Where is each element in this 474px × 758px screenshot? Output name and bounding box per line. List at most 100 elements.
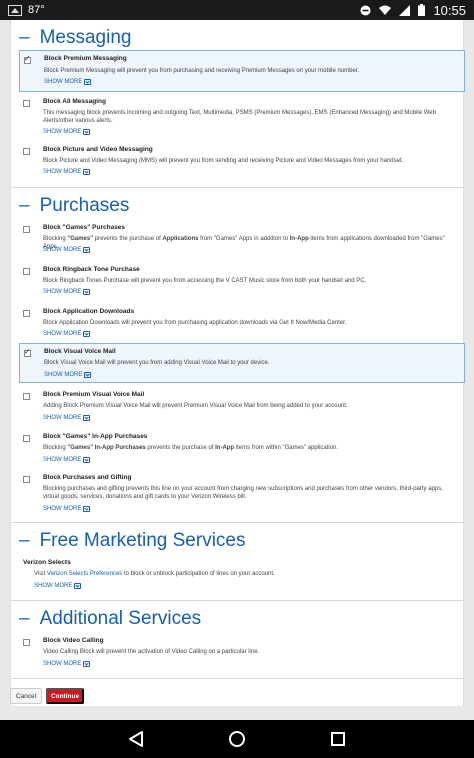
checkbox[interactable] xyxy=(23,226,30,233)
battery-icon xyxy=(418,4,426,16)
continue-button[interactable]: Continue xyxy=(46,688,84,704)
home-icon xyxy=(229,731,245,747)
checkbox[interactable] xyxy=(23,639,30,646)
option-title: Verizon Selects xyxy=(23,559,71,566)
show-more-link[interactable]: SHOW MORE xyxy=(34,583,82,589)
option-block-picture-video-messaging[interactable]: Block Picture and Video Messaging Block … xyxy=(19,142,465,182)
section-divider xyxy=(11,187,463,188)
back-button[interactable] xyxy=(126,729,146,749)
clock: 10:55 xyxy=(433,2,466,18)
section-divider xyxy=(11,522,463,523)
option-description: This messaging block prevents incoming a… xyxy=(43,110,436,124)
option-title: Block Premium Visual Voice Mail xyxy=(43,391,145,398)
option-description: Block Application Downloads will prevent… xyxy=(43,320,347,326)
show-more-link[interactable]: SHOW MORE xyxy=(43,247,91,253)
block-settings-page: – Messaging Block Premium Messaging Bloc… xyxy=(10,20,465,706)
status-bar: 87° 10:55 xyxy=(0,0,474,20)
collapse-icon[interactable]: – xyxy=(19,195,30,217)
dnd-icon xyxy=(360,5,371,15)
chevron-down-icon xyxy=(83,661,91,667)
option-block-application-downloads[interactable]: Block Application Downloads Block Applic… xyxy=(19,304,465,340)
show-more-link[interactable]: SHOW MORE xyxy=(44,372,92,378)
chevron-down-icon xyxy=(83,247,91,253)
section-messaging-header[interactable]: – Messaging xyxy=(11,23,131,53)
section-title: Purchases xyxy=(39,195,130,216)
section-marketing-header[interactable]: – Free Marketing Services xyxy=(11,526,245,556)
checkbox[interactable] xyxy=(23,476,30,483)
checkbox[interactable] xyxy=(23,435,30,442)
signal-icon xyxy=(399,4,411,16)
collapse-icon[interactable]: – xyxy=(19,27,30,49)
checkbox[interactable] xyxy=(23,268,30,275)
android-navigation-bar xyxy=(0,720,474,758)
chevron-down-icon xyxy=(83,457,91,463)
option-description: Blocking "Games" In-App Purchases preven… xyxy=(43,445,339,451)
chevron-down-icon xyxy=(84,79,92,85)
option-block-games-in-app-purchases[interactable]: Block "Games" In-App Purchases Blocking … xyxy=(19,429,465,469)
image-notification-icon xyxy=(8,4,22,16)
checkbox[interactable] xyxy=(24,347,31,357)
show-more-link[interactable]: SHOW MORE xyxy=(43,129,91,135)
option-block-ringback-tone[interactable]: Block Ringback Tone Purchase Block Ringb… xyxy=(19,262,465,304)
option-block-purchases-and-gifting[interactable]: Block Purchases and Gifting Blocking pur… xyxy=(19,470,465,518)
chevron-down-icon xyxy=(83,169,91,175)
section-additional-header[interactable]: – Additional Services xyxy=(11,604,201,634)
option-title: Block Premium Messaging xyxy=(44,55,127,62)
chevron-down-icon xyxy=(83,506,91,512)
option-description: Adding Block Premium Visual Voice Mail w… xyxy=(43,403,348,409)
chevron-down-icon xyxy=(83,415,91,421)
show-more-link[interactable]: SHOW MORE xyxy=(44,79,92,85)
option-block-all-messaging[interactable]: Block All Messaging This messaging block… xyxy=(19,94,465,142)
option-block-premium-visual-voice-mail[interactable]: Block Premium Visual Voice Mail Adding B… xyxy=(19,387,465,427)
show-more-link[interactable]: SHOW MORE xyxy=(43,331,91,337)
option-description: Block Ringback Tones Purchase will preve… xyxy=(43,278,367,284)
option-block-visual-voice-mail[interactable]: Block Visual Voice Mail Block Visual Voi… xyxy=(19,343,465,383)
chevron-down-icon xyxy=(83,331,91,337)
back-icon xyxy=(129,731,143,747)
option-title: Block Purchases and Gifting xyxy=(43,474,132,481)
option-description: Video Calling Block will prevent the act… xyxy=(43,649,260,655)
option-title: Block All Messaging xyxy=(43,98,106,105)
show-more-link[interactable]: SHOW MORE xyxy=(43,289,91,295)
option-title: Block Video Calling xyxy=(43,637,104,644)
option-description: Block Visual Voice Mail will prevent you… xyxy=(44,360,270,366)
collapse-icon[interactable]: – xyxy=(19,608,30,630)
option-description: Block Picture and Video Messaging (MMS) … xyxy=(43,158,404,164)
option-description: Blocking purchases and gifting prevents … xyxy=(43,486,443,500)
section-title: Free Marketing Services xyxy=(39,530,246,551)
collapse-icon[interactable]: – xyxy=(19,530,30,552)
show-more-link[interactable]: SHOW MORE xyxy=(43,506,91,512)
checkbox[interactable] xyxy=(23,100,30,107)
form-actions: Cancel Continue xyxy=(0,686,474,706)
option-description: Block Premium Messaging will prevent you… xyxy=(44,68,360,74)
option-title: Block Application Downloads xyxy=(43,308,135,315)
checkbox[interactable] xyxy=(23,393,30,400)
option-title: Block Visual Voice Mail xyxy=(44,348,116,355)
section-divider xyxy=(11,600,463,601)
checkbox[interactable] xyxy=(24,54,31,64)
option-title: Block "Games" Purchases xyxy=(43,224,126,231)
show-more-link[interactable]: SHOW MORE xyxy=(43,169,91,175)
option-title: Block "Games" In-App Purchases xyxy=(43,433,148,440)
show-more-link[interactable]: SHOW MORE xyxy=(43,457,91,463)
cancel-button[interactable]: Cancel xyxy=(10,688,42,704)
section-divider xyxy=(11,678,463,679)
option-block-games-purchases[interactable]: Block "Games" Purchases Blocking "Games"… xyxy=(19,220,465,262)
show-more-link[interactable]: SHOW MORE xyxy=(43,661,91,667)
verizon-selects-block: Verizon Selects Visit Verizon Selects Pr… xyxy=(19,556,465,596)
recents-icon xyxy=(331,732,345,746)
home-button[interactable] xyxy=(227,729,247,749)
option-title: Block Picture and Video Messaging xyxy=(43,146,153,153)
section-title: Additional Services xyxy=(39,608,202,629)
show-more-link[interactable]: SHOW MORE xyxy=(43,415,91,421)
recents-button[interactable] xyxy=(328,729,348,749)
chevron-down-icon xyxy=(74,583,82,589)
option-block-video-calling[interactable]: Block Video Calling Video Calling Block … xyxy=(19,633,465,673)
checkbox[interactable] xyxy=(23,310,30,317)
section-title: Messaging xyxy=(39,27,132,48)
verizon-selects-preferences-link[interactable]: Verizon Selects Preferences xyxy=(47,571,122,577)
option-block-premium-messaging[interactable]: Block Premium Messaging Block Premium Me… xyxy=(19,50,465,92)
section-purchases-header[interactable]: – Purchases xyxy=(11,191,129,221)
checkbox[interactable] xyxy=(23,148,30,155)
wifi-icon xyxy=(379,5,392,15)
